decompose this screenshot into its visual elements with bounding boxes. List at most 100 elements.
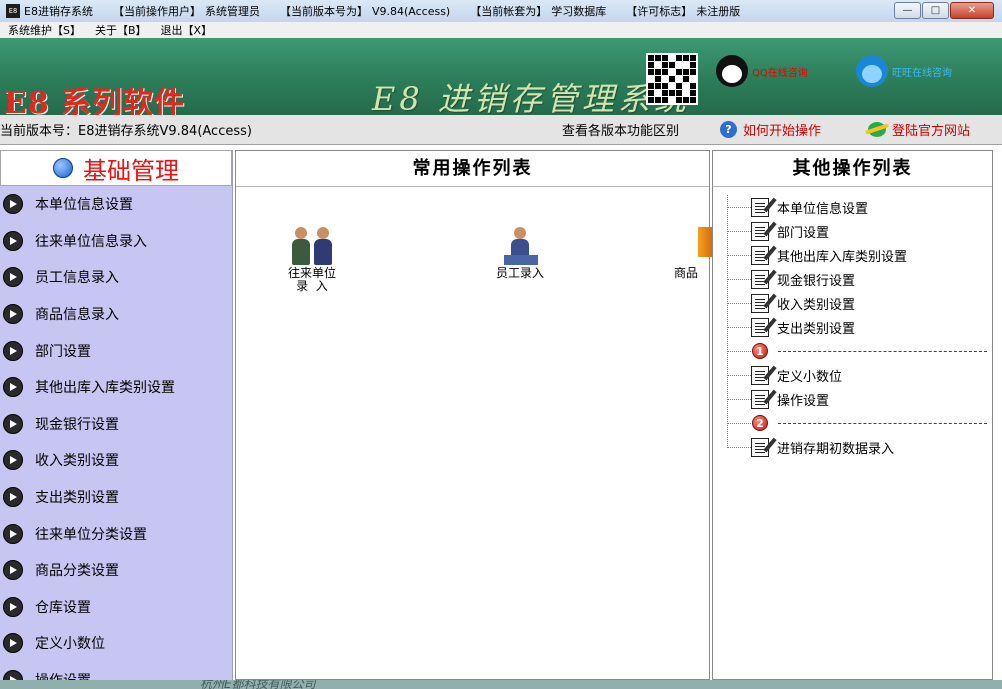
divider-line bbox=[778, 350, 987, 352]
tree-item-opening-data[interactable]: 进销存期初数据录入 bbox=[727, 435, 989, 459]
tree-item-label: 支出类别设置 bbox=[777, 321, 856, 337]
op-employee-entry[interactable]: 员工录入 bbox=[480, 221, 560, 280]
desk-shape bbox=[504, 255, 538, 265]
left-item-stock-category[interactable]: 其他出库入库类别设置 bbox=[0, 369, 232, 406]
common-operations-panel: 常用操作列表 往来单位 录 入 员工录入 商品 bbox=[235, 150, 712, 680]
arrow-right-icon bbox=[3, 523, 23, 544]
left-item-decimal-places[interactable]: 定义小数位 bbox=[0, 625, 232, 662]
account-value: 学习数据库 bbox=[551, 5, 607, 18]
how-to-start-link[interactable]: ? 如何开始操作 bbox=[720, 120, 821, 139]
document-edit-icon bbox=[751, 389, 769, 409]
tree-item-label: 定义小数位 bbox=[777, 369, 843, 385]
minimize-button[interactable]: — bbox=[894, 2, 921, 19]
menu-exit[interactable]: 退出【X】 bbox=[161, 22, 213, 38]
left-item-employee-info[interactable]: 员工信息录入 bbox=[0, 259, 232, 296]
box-shape bbox=[698, 227, 712, 257]
tree-item-stock-category[interactable]: 其他出库入库类别设置 bbox=[727, 243, 989, 267]
app-name: E8进销存系统 bbox=[24, 5, 93, 18]
tree-item-operation-settings[interactable]: 操作设置 bbox=[727, 387, 989, 411]
tree-group-divider-2: 2 bbox=[727, 411, 989, 435]
left-item-label: 现金银行设置 bbox=[35, 416, 119, 433]
window-controls: — □ ✕ bbox=[893, 2, 994, 19]
left-item-product-category[interactable]: 商品分类设置 bbox=[0, 552, 232, 589]
left-item-label: 员工信息录入 bbox=[35, 270, 119, 287]
tree-item-cash-bank[interactable]: 现金银行设置 bbox=[727, 267, 989, 291]
arrow-right-icon bbox=[3, 487, 23, 508]
help-icon: ? bbox=[720, 121, 737, 138]
document-edit-icon bbox=[751, 293, 769, 313]
banner-title: E8 进销存管理系统 bbox=[372, 80, 690, 115]
basic-management-title: 基础管理 bbox=[83, 156, 179, 185]
wangwang-icon bbox=[856, 55, 888, 87]
qq-online-label: QQ在线咨询 bbox=[752, 67, 808, 79]
tree-item-label: 现金银行设置 bbox=[777, 273, 856, 289]
arrow-right-icon bbox=[3, 377, 23, 398]
other-operations-title: 其他操作列表 bbox=[713, 151, 992, 187]
document-edit-icon bbox=[751, 437, 769, 457]
op-partner-entry[interactable]: 往来单位 录 入 bbox=[272, 221, 352, 293]
left-item-label: 本单位信息设置 bbox=[35, 197, 133, 214]
arrow-right-icon bbox=[3, 304, 23, 325]
footer-status-bar: 杭州E都科技有限公司 bbox=[0, 680, 1002, 689]
current-version: 【当前版本号为】 V9.84(Access) bbox=[276, 3, 450, 19]
left-item-partner-category[interactable]: 往来单位分类设置 bbox=[0, 515, 232, 552]
qr-code-icon bbox=[646, 53, 698, 105]
document-edit-icon bbox=[751, 245, 769, 265]
tree-item-label: 收入类别设置 bbox=[777, 297, 856, 313]
qq-online-consult[interactable]: QQ在线咨询 bbox=[716, 54, 808, 88]
tree-item-department[interactable]: 部门设置 bbox=[727, 219, 989, 243]
left-item-partner-info[interactable]: 往来单位信息录入 bbox=[0, 223, 232, 260]
version-text: 当前版本号：E8进销存系统V9.84(Access) bbox=[0, 124, 252, 139]
version-info-bar: 当前版本号：E8进销存系统V9.84(Access) 查看各版本功能区别 ? 如… bbox=[0, 115, 1002, 145]
document-edit-icon bbox=[751, 269, 769, 289]
official-site-link[interactable]: 登陆官方网站 bbox=[868, 120, 970, 139]
tree-item-decimal-places[interactable]: 定义小数位 bbox=[727, 363, 989, 387]
compare-versions-link[interactable]: 查看各版本功能区别 bbox=[562, 120, 679, 139]
op-partner-entry-label: 往来单位 录 入 bbox=[287, 266, 336, 293]
left-item-label: 收入类别设置 bbox=[35, 453, 119, 470]
left-item-label: 操作设置 bbox=[35, 670, 91, 680]
current-user: 【当前操作用户】 系统管理员 bbox=[109, 3, 260, 19]
arrow-right-icon bbox=[3, 560, 23, 581]
tree-item-income-category[interactable]: 收入类别设置 bbox=[727, 291, 989, 315]
left-item-department[interactable]: 部门设置 bbox=[0, 332, 232, 369]
arrow-right-icon bbox=[3, 633, 23, 654]
arrow-right-icon bbox=[3, 596, 23, 617]
left-item-product-info[interactable]: 商品信息录入 bbox=[0, 296, 232, 333]
wangwang-online-consult[interactable]: 旺旺在线咨询 bbox=[856, 54, 952, 88]
tree-item-label: 进销存期初数据录入 bbox=[777, 441, 895, 457]
menu-bar: 系统维护【S】 关于【B】 退出【X】 bbox=[0, 22, 1002, 38]
document-edit-icon bbox=[751, 221, 769, 241]
current-user-value: 系统管理员 bbox=[204, 5, 260, 18]
tree-item-label: 操作设置 bbox=[777, 393, 830, 409]
menu-system-maintenance[interactable]: 系统维护【S】 bbox=[8, 22, 81, 38]
left-item-income-category[interactable]: 收入类别设置 bbox=[0, 442, 232, 479]
op-product-entry-label: 商品 bbox=[674, 266, 699, 280]
left-item-label: 其他出库入库类别设置 bbox=[35, 380, 175, 397]
tree-item-company-info[interactable]: 本单位信息设置 bbox=[727, 195, 989, 219]
globe-bullet-icon bbox=[53, 158, 73, 178]
handshake-icon bbox=[288, 221, 336, 265]
number-badge-icon: 1 bbox=[752, 343, 768, 359]
document-edit-icon bbox=[751, 317, 769, 337]
left-item-warehouse[interactable]: 仓库设置 bbox=[0, 589, 232, 626]
op-product-entry[interactable]: 商品 bbox=[656, 221, 712, 280]
close-button[interactable]: ✕ bbox=[950, 2, 994, 19]
other-operations-tree: 本单位信息设置 部门设置 其他出库入库类别设置 现金银行设置 收入类别设置 支出… bbox=[727, 195, 989, 459]
menu-about[interactable]: 关于【B】 bbox=[95, 22, 147, 38]
left-item-cash-bank[interactable]: 现金银行设置 bbox=[0, 406, 232, 443]
maximize-button[interactable]: □ bbox=[922, 2, 949, 19]
version-value: V9.84(Access) bbox=[371, 5, 451, 18]
divider-line bbox=[778, 422, 987, 424]
left-item-company-info[interactable]: 本单位信息设置 bbox=[0, 186, 232, 223]
arrow-right-icon bbox=[3, 413, 23, 434]
footer-company-text: 杭州E都科技有限公司 bbox=[200, 680, 316, 689]
other-operations-panel: 其他操作列表 本单位信息设置 部门设置 其他出库入库类别设置 现金银行设置 收入… bbox=[712, 150, 993, 680]
account-label: 【当前帐套为】 bbox=[470, 5, 548, 18]
tree-item-expense-category[interactable]: 支出类别设置 bbox=[727, 315, 989, 339]
arrow-right-icon bbox=[3, 340, 23, 361]
window-titlebar: E8 E8进销存系统 【当前操作用户】 系统管理员 【当前版本号为】 V9.84(A… bbox=[0, 0, 1002, 22]
left-item-expense-category[interactable]: 支出类别设置 bbox=[0, 479, 232, 516]
left-item-operation-settings[interactable]: 操作设置 bbox=[0, 662, 232, 680]
left-item-label: 往来单位信息录入 bbox=[35, 233, 147, 250]
